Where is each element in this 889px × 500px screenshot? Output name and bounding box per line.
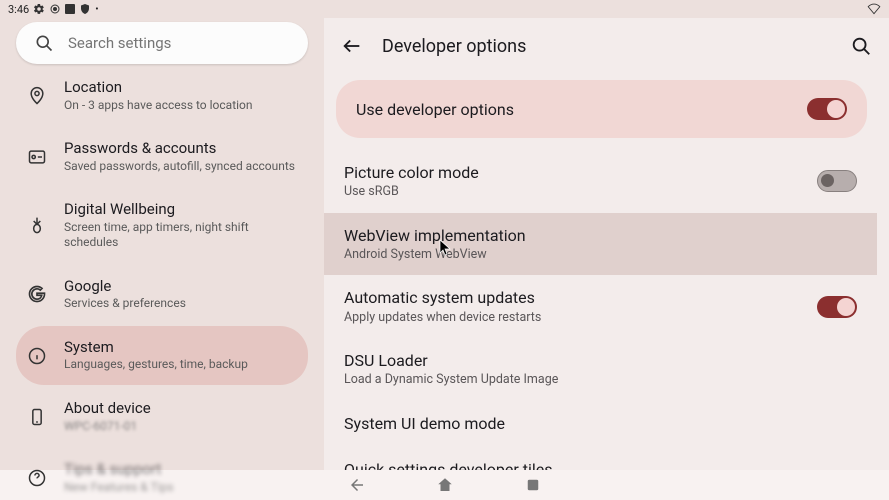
nav-recent-button[interactable] [524,476,542,494]
back-button[interactable] [340,34,364,58]
page-title: Developer options [382,36,526,57]
setting-sub: Apply updates when device restarts [344,310,817,326]
setting-title: Automatic system updates [344,287,817,309]
device-icon [26,406,48,428]
info-icon [26,345,48,367]
nav-back-button[interactable] [348,476,366,494]
nav-title: System [64,338,248,358]
search-icon [34,33,54,53]
nav-title: Digital Wellbeing [64,200,298,220]
nav-sub: New Features & Tips [64,480,174,496]
dot-icon: • [95,4,98,15]
nav-google[interactable]: GoogleServices & preferences [16,265,308,324]
setting-title: WebView implementation [344,225,857,247]
search-button[interactable] [849,34,873,58]
setting-demo[interactable]: System UI demo mode [324,401,877,447]
setting-picture[interactable]: Picture color modeUse sRGB [324,150,877,213]
target-icon [49,3,61,15]
nav-sub: Services & preferences [64,296,186,312]
nav-title: Passwords & accounts [64,139,295,159]
key-icon [26,146,48,168]
nav-sub: Saved passwords, autofill, synced accoun… [64,159,295,175]
setting-updates[interactable]: Automatic system updatesApply updates wh… [324,275,877,338]
setting-title: DSU Loader [344,350,857,372]
help-icon [26,467,48,489]
settings-icon [33,3,45,15]
nav-system[interactable]: SystemLanguages, gestures, time, backup [16,326,308,385]
use-dev-card[interactable]: Use developer options [336,80,867,138]
setting-tiles[interactable]: Quick settings developer tiles [324,447,877,470]
setting-webview[interactable]: WebView implementationAndroid System Web… [324,213,877,276]
status-time: 3:46 [8,3,29,16]
nav-passwords[interactable]: Passwords & accountsSaved passwords, aut… [16,127,308,186]
main-panel: Developer options Use developer options … [324,18,889,470]
shield-icon [79,3,91,15]
setting-sub: Use sRGB [344,184,817,200]
use-dev-label: Use developer options [356,100,514,119]
nav-wellbeing[interactable]: Digital WellbeingScreen time, app timers… [16,188,308,263]
google-icon [26,283,48,305]
nav-title: Location [64,78,253,98]
setting-sub: Load a Dynamic System Update Image [344,372,857,388]
nav-sub: Screen time, app timers, night shift sch… [64,220,298,251]
wellbeing-icon [26,215,48,237]
nav-title: Google [64,277,186,297]
sidebar: LocationOn - 3 apps have access to locat… [0,18,324,470]
nav-title: Tips & support [64,460,174,480]
nav-home-button[interactable] [436,476,454,494]
square-icon [65,4,75,14]
location-icon [26,85,48,107]
nav-title: About device [64,399,151,419]
nav-sub: Languages, gestures, time, backup [64,357,248,373]
nav-sub: On - 3 apps have access to location [64,98,253,114]
nav-location[interactable]: LocationOn - 3 apps have access to locat… [16,74,308,125]
setting-title: System UI demo mode [344,413,857,435]
search-input[interactable] [68,34,290,52]
setting-title: Picture color mode [344,162,817,184]
use-dev-switch[interactable] [807,98,847,120]
setting-title: Quick settings developer tiles [344,459,857,470]
updates-switch[interactable] [817,296,857,318]
setting-sub: Android System WebView [344,247,857,263]
picture-switch[interactable] [817,170,857,192]
nav-about[interactable]: About deviceWPC-6071-01 [16,387,308,446]
nav-sub: WPC-6071-01 [64,419,151,435]
search-box[interactable] [16,22,308,64]
wifi-icon [867,2,881,16]
nav-tips[interactable]: Tips & supportNew Features & Tips [16,448,308,500]
setting-dsu[interactable]: DSU LoaderLoad a Dynamic System Update I… [324,338,877,401]
